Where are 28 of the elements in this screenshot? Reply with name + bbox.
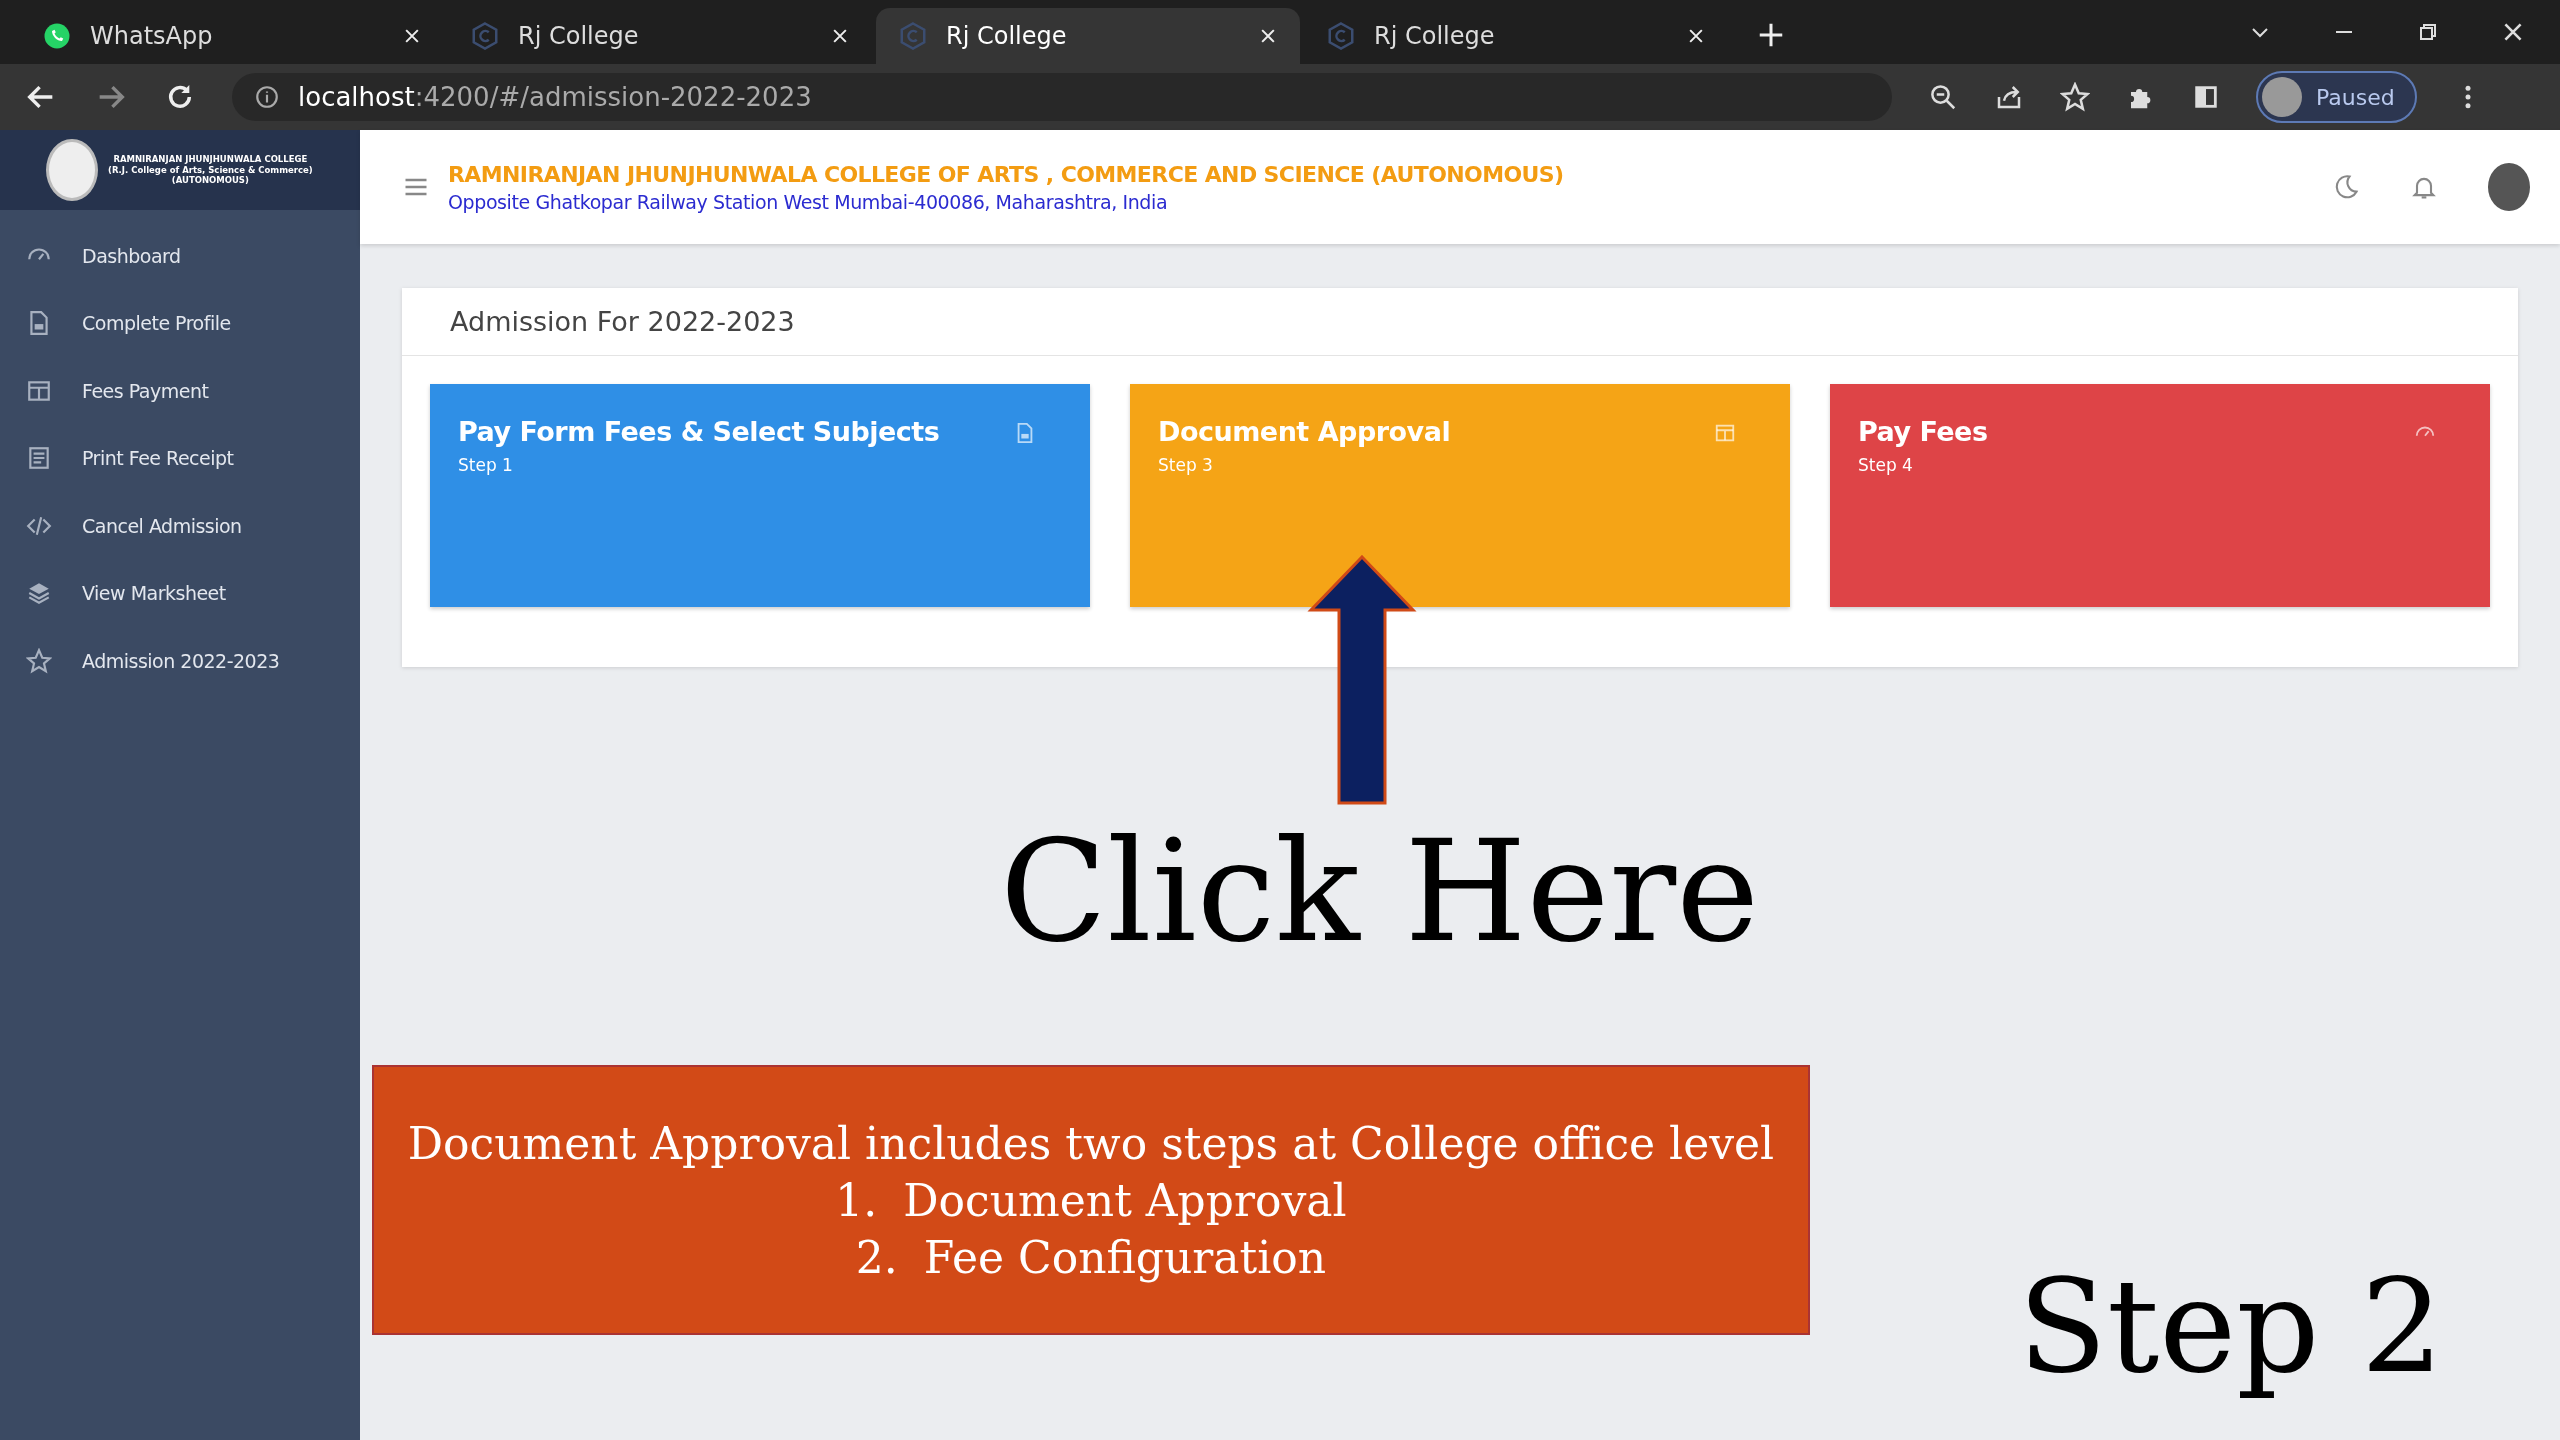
- step-label: Step 2: [2018, 1250, 2444, 1402]
- sidebar-item[interactable]: Dashboard: [0, 222, 360, 290]
- sidebar-item[interactable]: Cancel Admission: [0, 492, 360, 560]
- panel-title: Admission For 2022-2023: [402, 288, 2518, 356]
- profile-button[interactable]: Paused: [2256, 71, 2417, 123]
- list-text: Fee Configuration: [923, 1231, 1327, 1283]
- browser-tab[interactable]: Rj College: [1304, 8, 1728, 64]
- browser-tab[interactable]: WhatsApp: [20, 8, 444, 64]
- logo-text: (AUTONOMOUS): [171, 175, 249, 186]
- list-text: Document Approval: [903, 1174, 1347, 1226]
- logo-text: RAMNIRANJAN JHUNJHUNWALA COLLEGE: [113, 154, 308, 165]
- address-bar[interactable]: localhost:4200/#/admission-2022-2023: [232, 73, 1892, 121]
- sidebar-item[interactable]: Fees Payment: [0, 357, 360, 425]
- browser-tab[interactable]: Rj College: [448, 8, 872, 64]
- step-card[interactable]: Pay Fees Step 4: [1830, 384, 2490, 607]
- note-heading: Document Approval includes two steps at College office level: [407, 1117, 1775, 1169]
- browser-tab[interactable]: Rj College: [876, 8, 1300, 64]
- college-name: RAMNIRANJAN JHUNJHUNWALA COLLEGE OF ARTS , COMMERCE AND SCIENCE (AUTONOMOUS): [448, 161, 1564, 187]
- college-address: Opposite Ghatkopar Railway Station West Mumbai-400086, Maharashtra, India: [448, 190, 1169, 213]
- list-number: 2.: [855, 1231, 898, 1283]
- logo-text: (R.J. College of Arts, Science & Commerce): [108, 164, 313, 176]
- sidebar-item[interactable]: Print Fee Receipt: [0, 424, 360, 492]
- click-here-label: Click Here: [1000, 810, 1760, 973]
- sidebar-item[interactable]: View Marksheet: [0, 559, 360, 627]
- sidebar-item[interactable]: Complete Profile: [0, 289, 360, 357]
- url-text: localhost:4200/#/admission-2022-2023: [298, 82, 812, 112]
- list-number: 1.: [835, 1174, 878, 1226]
- sidebar-item[interactable]: Admission 2022-2023: [0, 627, 360, 695]
